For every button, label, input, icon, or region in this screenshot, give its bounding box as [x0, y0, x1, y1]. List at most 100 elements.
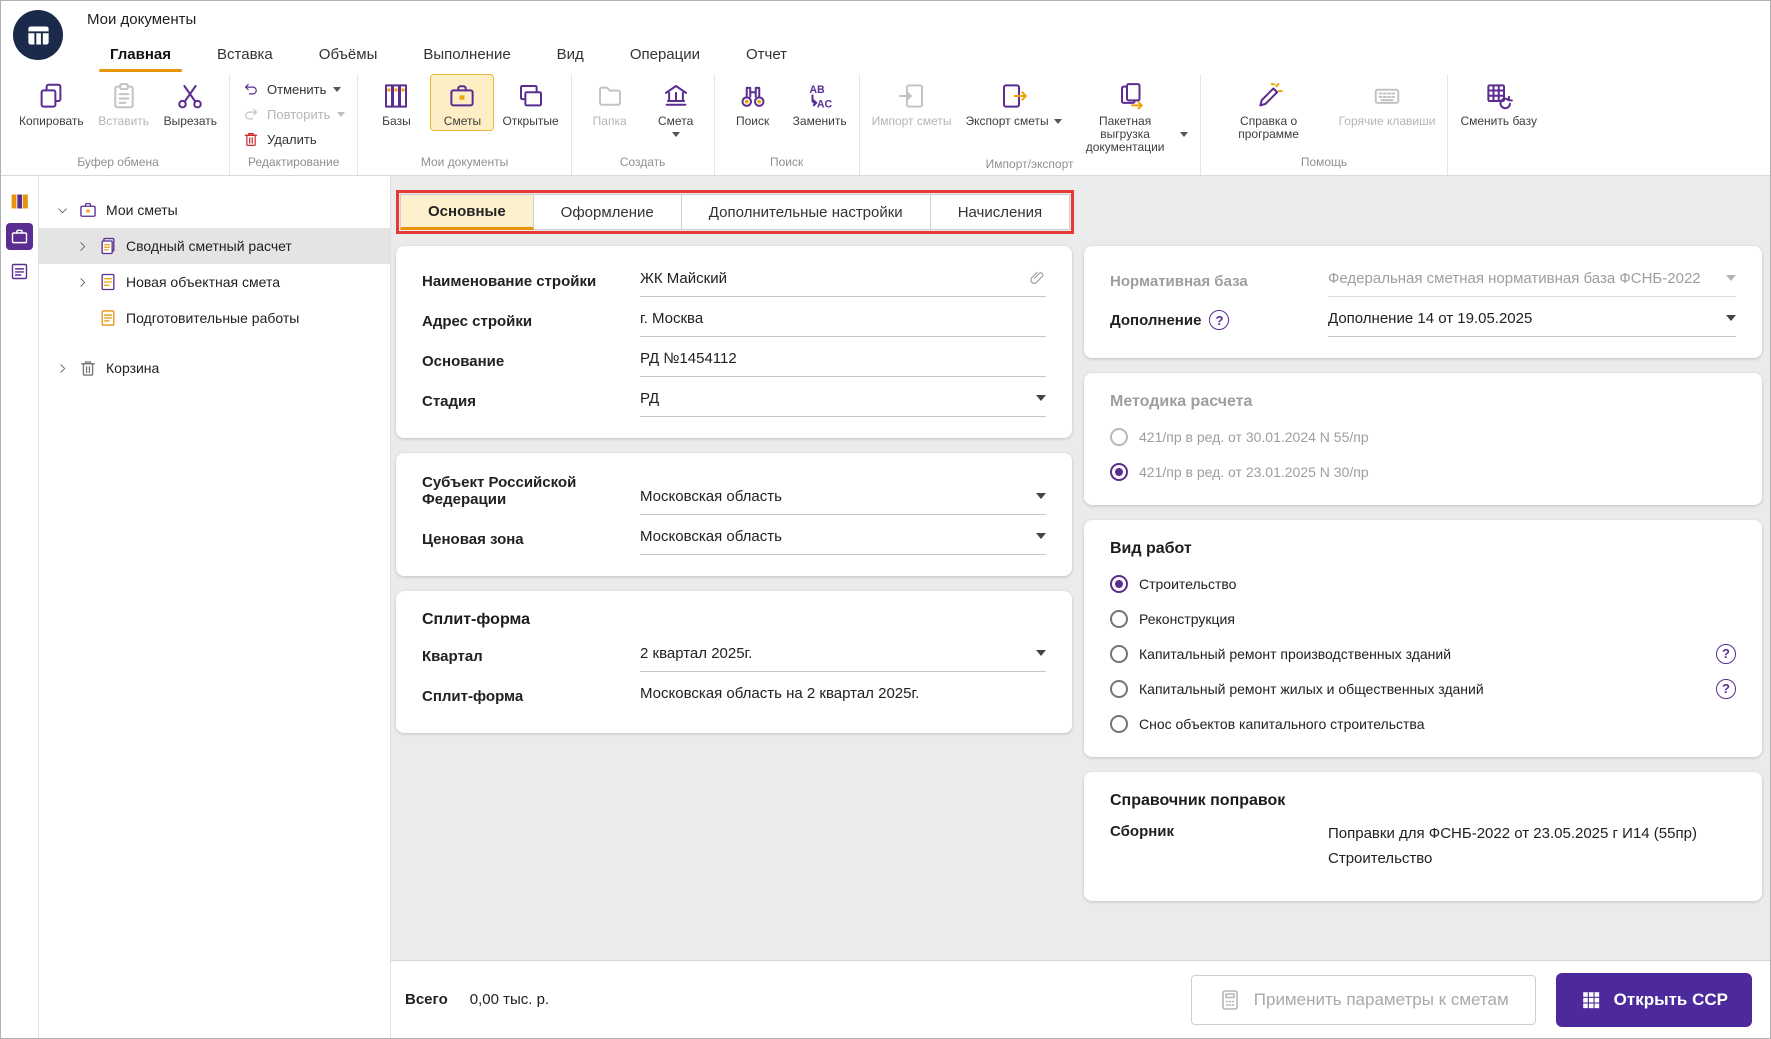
redo-button[interactable]: Повторить — [236, 103, 351, 125]
grid-icon — [1580, 989, 1602, 1011]
ribbon-tab-operacii[interactable]: Операции — [607, 37, 723, 72]
chevron-down-icon[interactable] — [1036, 533, 1046, 539]
change-base-button[interactable]: Сменить базу — [1454, 74, 1543, 131]
tab-nachisleniya[interactable]: Начисления — [930, 194, 1071, 230]
new-smeta-button[interactable]: Смета — [644, 74, 708, 140]
total-value: 0,00 тыс. р. — [469, 991, 550, 1008]
export-dropdown-icon[interactable] — [1053, 119, 1062, 124]
import-smeta-button[interactable]: Импорт сметы — [866, 74, 958, 131]
ribbon-tab-vid[interactable]: Вид — [534, 37, 607, 72]
chevron-right-icon[interactable] — [75, 240, 90, 253]
radio-icon[interactable] — [1110, 644, 1128, 663]
help-icon[interactable]: ? — [1716, 678, 1736, 699]
smety-button[interactable]: Сметы — [430, 74, 495, 131]
scissors-icon — [175, 81, 205, 111]
method-option-55pr[interactable]: 421/пр в ред. от 30.01.2024 N 55/пр — [1110, 419, 1736, 454]
estimate-document-icon — [98, 308, 118, 328]
replace-button[interactable]: AB AC Заменить — [787, 74, 853, 131]
field-normbase-select: Федеральная сметная нормативная база ФСН… — [1328, 267, 1736, 297]
document-icon — [98, 272, 118, 292]
field-basis-input[interactable]: РД №1454112 — [640, 347, 1046, 377]
worktype-option-kapremont-proizv[interactable]: Капитальный ремонт производственных здан… — [1110, 636, 1736, 671]
main-content: Основные Оформление Дополнительные настр… — [391, 176, 1770, 1038]
card-split-form: Сплит-форма Квартал 2 квартал 2025г. Спл… — [396, 591, 1072, 733]
radio-icon[interactable] — [1110, 679, 1128, 698]
help-icon[interactable]: ? — [1716, 643, 1736, 664]
undo-button[interactable]: Отменить — [236, 78, 347, 100]
worktype-option-rekonstrukciya[interactable]: Реконструкция — [1110, 601, 1736, 636]
paste-button[interactable]: Вставить — [92, 74, 156, 131]
radio-icon[interactable] — [1110, 609, 1128, 628]
bases-button[interactable]: Базы — [364, 74, 428, 131]
delete-button[interactable]: Удалить — [236, 128, 323, 150]
tree-item-novaya-smeta[interactable]: Новая объектная смета — [39, 264, 390, 300]
field-stage-select[interactable]: РД — [640, 387, 1046, 417]
new-smeta-dropdown-icon[interactable] — [671, 132, 680, 137]
export-smeta-button[interactable]: Экспорт сметы — [960, 74, 1068, 131]
total-label: Всего — [405, 991, 448, 1008]
folder-button[interactable]: Папка — [578, 74, 642, 131]
search-button[interactable]: Поиск — [721, 74, 785, 131]
chevron-down-icon[interactable] — [1726, 315, 1736, 321]
windows-icon — [516, 81, 546, 111]
rail-item-documents[interactable] — [6, 258, 33, 285]
field-address-input[interactable]: г. Москва — [640, 307, 1046, 337]
ribbon-tab-glavnaya[interactable]: Главная — [87, 37, 194, 72]
field-name-input[interactable]: ЖК Майский — [640, 267, 1046, 297]
field-addition-select[interactable]: Дополнение 14 от 19.05.2025 — [1328, 307, 1736, 337]
apply-parameters-button[interactable]: Применить параметры к сметам — [1190, 974, 1536, 1025]
ribbon-tab-vstavka[interactable]: Вставка — [194, 37, 296, 72]
ribbon-group-editing: Отменить Повторить Удалить Редактировани… — [229, 74, 357, 175]
tree-item-my-smety[interactable]: Мои сметы — [39, 192, 390, 228]
chevron-right-icon[interactable] — [55, 362, 70, 375]
redo-dropdown-icon[interactable] — [337, 111, 346, 117]
batch-export-dropdown-icon[interactable] — [1179, 132, 1188, 137]
open-documents-button[interactable]: Открытые — [496, 74, 564, 131]
radio-icon[interactable] — [1110, 427, 1128, 446]
field-label-quarter: Квартал — [422, 648, 483, 665]
worktype-option-stroitelstvo[interactable]: Строительство — [1110, 566, 1736, 601]
field-price-zone-select[interactable]: Московская область — [640, 525, 1046, 555]
method-option-30pr[interactable]: 421/пр в ред. от 23.01.2025 N 30/пр — [1110, 454, 1736, 489]
radio-checked-icon[interactable] — [1110, 574, 1128, 593]
tree-item-svodny-raschet[interactable]: Сводный сметный расчет — [39, 228, 390, 264]
cut-button[interactable]: Вырезать — [158, 74, 223, 131]
group-label-create: Создать — [619, 155, 666, 169]
open-ssr-button[interactable]: Открыть ССР — [1555, 972, 1752, 1027]
rail-item-bases[interactable] — [6, 188, 33, 215]
help-icon[interactable]: ? — [1209, 310, 1230, 330]
chevron-right-icon[interactable] — [75, 276, 90, 289]
chevron-down-icon[interactable] — [1036, 493, 1046, 499]
worktype-option-snos[interactable]: Снос объектов капитального строительства — [1110, 706, 1736, 741]
chevron-down-icon[interactable] — [55, 204, 70, 217]
about-button[interactable]: Справка о программе — [1207, 74, 1331, 144]
ribbon-tab-vypolnenie[interactable]: Выполнение — [400, 37, 533, 72]
worktype-option-kapremont-zhilyh[interactable]: Капитальный ремонт жилых и общественных … — [1110, 671, 1736, 706]
ribbon-tab-obyomy[interactable]: Объёмы — [296, 37, 401, 72]
rail-item-smety[interactable] — [6, 223, 33, 250]
change-base-icon — [1484, 81, 1514, 111]
hotkeys-button[interactable]: Горячие клавиши — [1333, 74, 1442, 131]
copy-button[interactable]: Копировать — [13, 74, 90, 131]
pencil-icon — [1254, 81, 1284, 111]
tree-item-korzina[interactable]: Корзина — [39, 350, 390, 386]
chevron-down-icon[interactable] — [1036, 395, 1046, 401]
ribbon-tab-otchet[interactable]: Отчет — [723, 37, 810, 72]
radio-checked-icon[interactable] — [1110, 462, 1128, 481]
batch-export-icon — [1117, 81, 1147, 111]
field-subject-select[interactable]: Московская область — [640, 485, 1046, 515]
radio-icon[interactable] — [1110, 714, 1128, 733]
field-quarter-select[interactable]: 2 квартал 2025г. — [640, 642, 1046, 672]
tree-item-podgotovitelnye[interactable]: Подготовительные работы — [39, 300, 390, 336]
calculator-icon — [1218, 988, 1242, 1012]
paperclip-icon[interactable] — [1028, 269, 1046, 287]
tab-osnovnye[interactable]: Основные — [400, 194, 534, 230]
keyboard-icon — [1372, 81, 1402, 111]
tab-dop-nastroyki[interactable]: Дополнительные настройки — [681, 194, 931, 230]
card-region: Субъект Российской Федерации Московская … — [396, 453, 1072, 576]
chevron-down-icon[interactable] — [1036, 650, 1046, 656]
batch-export-button[interactable]: Пакетная выгрузка документации — [1070, 74, 1194, 157]
ribbon-tab-bar: Главная Вставка Объёмы Выполнение Вид Оп… — [1, 37, 1770, 72]
tab-oformlenie[interactable]: Оформление — [533, 194, 682, 230]
undo-dropdown-icon[interactable] — [333, 86, 342, 92]
